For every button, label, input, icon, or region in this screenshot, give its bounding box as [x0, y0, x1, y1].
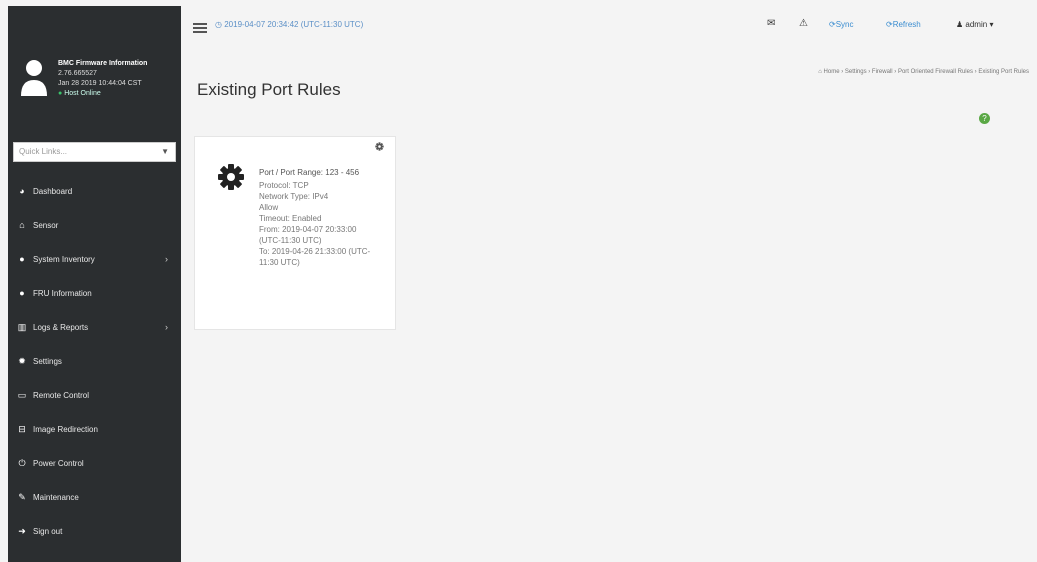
clock: ◷ 2019-04-07 20:34:42 (UTC-11:30 UTC)	[215, 20, 363, 29]
home-icon: ⌂	[818, 69, 822, 75]
firmware-version: 2.76.665527	[58, 70, 97, 77]
user-avatar-icon	[21, 60, 47, 96]
sidebar: BMC Firmware Information 2.76.665527 Jan…	[8, 6, 181, 562]
breadcrumb-firewall[interactable]: Firewall	[872, 69, 893, 75]
sidebar-item-dashboard[interactable]: ◕ Dashboard	[8, 174, 181, 208]
breadcrumb-port-rules[interactable]: Port Oriented Firewall Rules	[898, 69, 973, 75]
sidebar-item-image-redirection[interactable]: ⊟ Image Redirection	[8, 412, 181, 446]
sidebar-item-label: Dashboard	[33, 186, 73, 196]
chevron-down-icon: ▼	[161, 147, 169, 156]
chevron-right-icon: ›	[165, 254, 168, 264]
sync-icon: ⟳	[829, 20, 836, 29]
sync-button[interactable]: ⟳Sync	[829, 20, 854, 29]
clock-label: 2019-04-07 20:34:42 (UTC-11:30 UTC)	[224, 20, 364, 29]
wrench-icon: ✎	[18, 491, 26, 502]
sidebar-item-fru-information[interactable]: ● FRU Information	[8, 276, 181, 310]
sidebar-item-power-control[interactable]: ⏻ Power Control	[8, 446, 181, 480]
port-rule-card[interactable]: Port / Port Range: 123 - 456 Protocol: T…	[194, 136, 396, 330]
sidebar-item-label: Maintenance	[33, 492, 79, 502]
sidebar-item-logs-reports[interactable]: ▥ Logs & Reports ›	[8, 310, 181, 344]
sign-out-icon: ➜	[18, 525, 26, 536]
sidebar-item-sensor[interactable]: ⌂ Sensor	[8, 208, 181, 242]
user-panel: BMC Firmware Information 2.76.665527 Jan…	[8, 6, 181, 134]
rule-from: From: 2019-04-07 20:33:00 (UTC-11:30 UTC…	[259, 225, 357, 245]
user-label: admin	[965, 20, 988, 29]
sidebar-menu: ◕ Dashboard ⌂ Sensor ● System Inventory …	[8, 174, 181, 548]
power-icon: ⏻	[18, 457, 26, 468]
clock-icon: ◷	[215, 20, 222, 29]
top-bar: ◷ 2019-04-07 20:34:42 (UTC-11:30 UTC) ✉ …	[181, 6, 1037, 52]
menu-toggle-icon[interactable]	[193, 23, 207, 33]
user-info: BMC Firmware Information 2.76.665527 Jan…	[58, 59, 147, 99]
user-icon: ♟	[956, 20, 964, 29]
sidebar-item-remote-control[interactable]: ▭ Remote Control	[8, 378, 181, 412]
rule-action: Allow	[259, 203, 279, 212]
monitor-icon: ▭	[17, 389, 27, 400]
sidebar-item-label: Power Control	[33, 458, 84, 468]
dashboard-icon: ◕	[19, 186, 25, 196]
sidebar-item-label: Settings	[33, 356, 62, 366]
sidebar-item-label: Remote Control	[33, 390, 90, 400]
sidebar-item-settings[interactable]: ✹ Settings	[8, 344, 181, 378]
host-status-label: Host Online	[64, 90, 101, 97]
settings-gear-icon[interactable]	[375, 142, 384, 151]
caret-down-icon: ▾	[989, 20, 994, 29]
rule-timeout: Timeout: Enabled	[259, 214, 322, 223]
warning-icon[interactable]: ⚠	[799, 18, 808, 29]
sidebar-item-label: Logs & Reports	[33, 322, 89, 332]
breadcrumb-current: Existing Port Rules	[978, 69, 1029, 75]
host-status: ● Host Online	[58, 89, 147, 99]
breadcrumb: ⌂ Home › Settings › Firewall › Port Orie…	[818, 69, 1029, 75]
quick-links-placeholder: Quick Links...	[19, 147, 68, 156]
info-icon: ●	[19, 288, 25, 298]
gear-icon	[218, 164, 244, 190]
breadcrumb-home[interactable]: Home	[824, 69, 840, 75]
user-menu-button[interactable]: ♟ admin ▾	[956, 20, 993, 29]
sidebar-item-label: Image Redirection	[33, 424, 98, 434]
sidebar-item-label: System Inventory	[33, 254, 95, 264]
rule-details: Port / Port Range: 123 - 456 Protocol: T…	[259, 165, 374, 268]
breadcrumb-settings[interactable]: Settings	[845, 69, 867, 75]
sidebar-item-system-inventory[interactable]: ● System Inventory ›	[8, 242, 181, 276]
sidebar-item-label: FRU Information	[33, 288, 92, 298]
sensor-icon: ⌂	[19, 220, 25, 230]
refresh-icon: ⟳	[886, 20, 893, 29]
help-icon[interactable]: ?	[979, 113, 990, 124]
sidebar-item-maintenance[interactable]: ✎ Maintenance	[8, 480, 181, 514]
chevron-right-icon: ›	[165, 322, 168, 332]
refresh-button[interactable]: ⟳Refresh	[886, 20, 921, 29]
sidebar-item-sign-out[interactable]: ➜ Sign out	[8, 514, 181, 548]
firmware-title[interactable]: BMC Firmware Information	[58, 59, 147, 69]
info-icon: ●	[19, 254, 25, 264]
sync-label: Sync	[835, 20, 854, 29]
gear-icon: ✹	[18, 355, 26, 366]
chart-icon: ▥	[17, 321, 27, 332]
status-dot-icon: ●	[58, 90, 63, 97]
envelope-icon[interactable]: ✉	[767, 18, 775, 29]
page-title: Existing Port Rules	[197, 80, 341, 99]
rule-to: To: 2019-04-26 21:33:00 (UTC-11:30 UTC)	[259, 247, 371, 267]
sidebar-item-label: Sensor	[33, 220, 59, 230]
refresh-label: Refresh	[892, 20, 921, 29]
sidebar-item-label: Sign out	[33, 526, 63, 536]
rule-protocol: Protocol: TCP	[259, 181, 309, 190]
rule-port-range: Port / Port Range: 123 - 456	[259, 168, 360, 177]
firmware-datetime: Jan 28 2019 10:44:04 CST	[58, 80, 142, 87]
quick-links-select[interactable]: Quick Links... ▼	[13, 142, 176, 162]
rule-network-type: Network Type: IPv4	[259, 192, 329, 201]
disk-icon: ⊟	[18, 423, 26, 434]
